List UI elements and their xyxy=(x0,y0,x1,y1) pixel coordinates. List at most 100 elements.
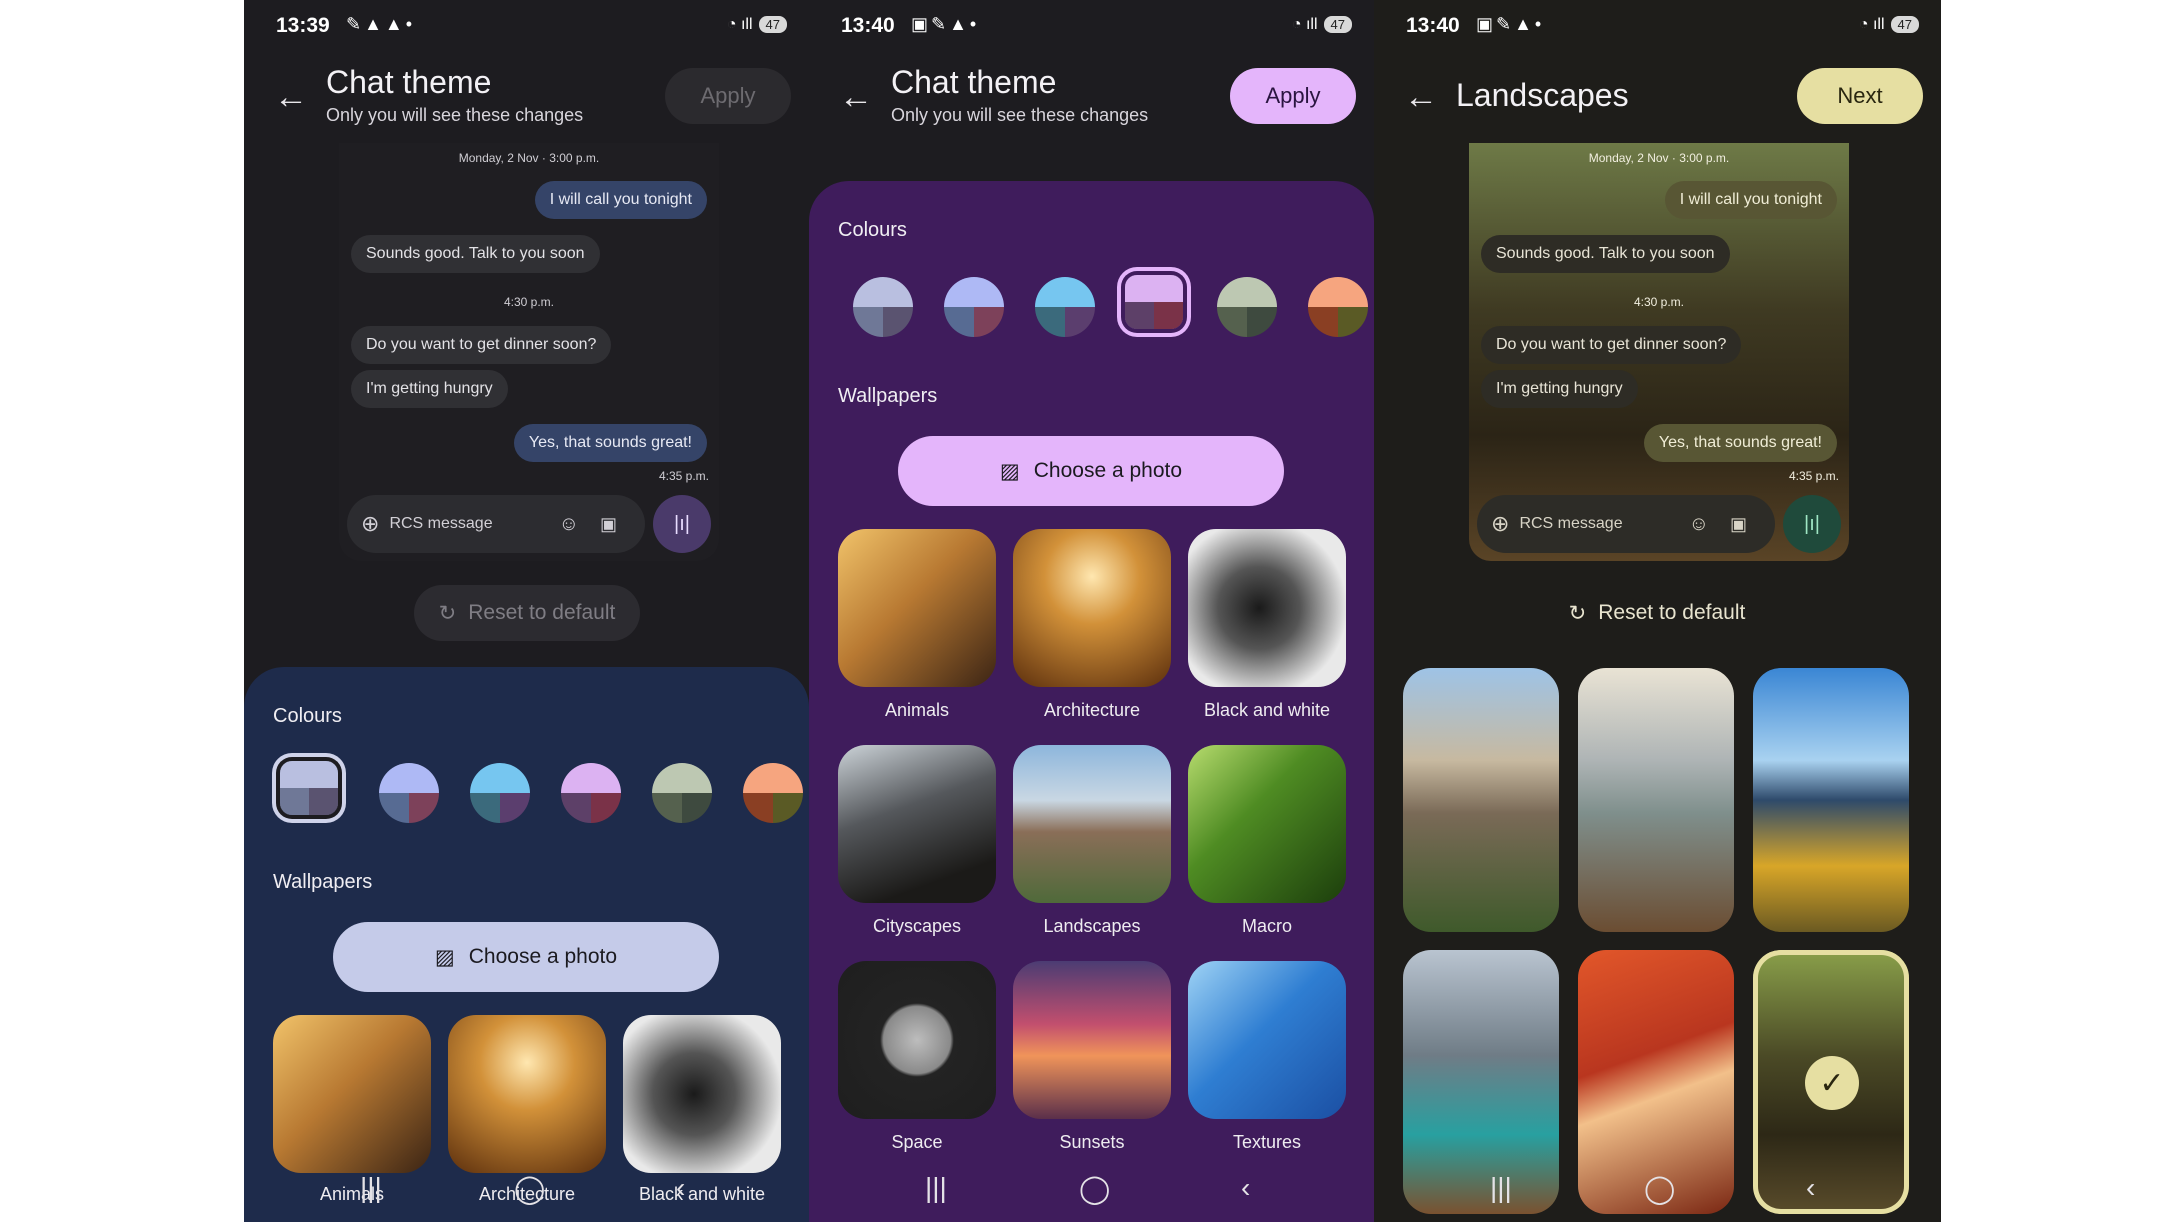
back-arrow-icon[interactable]: ← xyxy=(1404,78,1438,117)
wallpaper-sunsets-thumb[interactable] xyxy=(1013,961,1171,1119)
phone-screen-1: 13:39 ✎▲▲• ◔ ıll 47 ← Chat theme Only you… xyxy=(244,0,809,1222)
compose-field[interactable]: ⊕ RCS message ☺ ▣ xyxy=(347,495,645,553)
next-button[interactable]: Next xyxy=(1797,68,1923,124)
status-bar: 13:39 ✎▲▲• ◔ ıll 47 xyxy=(244,14,809,38)
page-title: Landscapes xyxy=(1456,77,1629,113)
wallpaper-label: Sunsets xyxy=(1059,1132,1125,1152)
status-bar: 13:40 ▣✎▲• ◔ ıll 47 xyxy=(809,14,1374,38)
apply-button[interactable]: Apply xyxy=(665,68,791,124)
back-nav-icon[interactable]: ‹ xyxy=(676,1172,685,1204)
status-icons: ✎▲▲• xyxy=(346,14,416,34)
colour-swatch[interactable] xyxy=(1308,277,1368,337)
message-bubble-outgoing: I will call you tonight xyxy=(1664,181,1837,219)
voice-icon[interactable]: |ı| xyxy=(1783,495,1841,553)
status-icons: ▣✎▲• xyxy=(911,14,980,34)
colour-swatch[interactable] xyxy=(853,277,913,337)
colour-swatch[interactable] xyxy=(1035,277,1095,337)
preview-time: 4:30 p.m. xyxy=(1633,295,1685,309)
status-time: 13:40 xyxy=(1406,14,1460,37)
add-icon[interactable]: ⊕ xyxy=(1491,511,1509,537)
colour-swatch[interactable] xyxy=(944,277,1004,337)
colour-swatch[interactable] xyxy=(743,763,803,823)
back-arrow-icon[interactable]: ← xyxy=(274,78,308,117)
preview-time: 4:35 p.m. xyxy=(1788,469,1839,483)
message-bubble-outgoing: I will call you tonight xyxy=(534,181,707,219)
recents-icon[interactable]: ||| xyxy=(925,1172,947,1204)
voice-icon[interactable]: |ı| xyxy=(653,495,711,553)
landscape-wallpaper-thumb[interactable] xyxy=(1578,668,1734,932)
apply-button[interactable]: Apply xyxy=(1230,68,1356,124)
preview-date: Monday, 2 Nov · 3:00 p.m. xyxy=(1588,151,1730,165)
wallpaper-macro-thumb[interactable] xyxy=(1188,745,1346,903)
wallpapers-label: Wallpapers xyxy=(838,385,938,407)
reset-label: Reset to default xyxy=(468,601,616,624)
checkmark-icon: ✓ xyxy=(1805,1056,1859,1110)
colour-swatch[interactable] xyxy=(379,763,439,823)
landscape-wallpaper-thumb[interactable] xyxy=(1403,668,1559,932)
wallpaper-label: Animals xyxy=(884,700,950,720)
gallery-icon[interactable]: ▣ xyxy=(1730,514,1747,535)
preview-date: Monday, 2 Nov · 3:00 p.m. xyxy=(458,151,600,165)
preview-time: 4:30 p.m. xyxy=(503,295,555,309)
page-subtitle: Only you will see these changes xyxy=(891,105,1149,125)
colours-label: Colours xyxy=(838,219,907,241)
theme-sheet: Colours Wallpapers ▨ Choose a photo Anim… xyxy=(244,667,809,1222)
status-time: 13:39 xyxy=(276,14,330,37)
colour-swatch[interactable] xyxy=(470,763,530,823)
colour-swatch-selected[interactable] xyxy=(1125,275,1183,329)
back-nav-icon[interactable]: ‹ xyxy=(1241,1172,1250,1204)
wallpaper-black-and-white-thumb[interactable] xyxy=(623,1015,781,1173)
back-nav-icon[interactable]: ‹ xyxy=(1806,1172,1815,1204)
compose-placeholder: RCS message xyxy=(1519,515,1623,532)
wallpaper-label: Space xyxy=(891,1132,943,1152)
wallpaper-architecture-thumb[interactable] xyxy=(1013,529,1171,687)
chat-preview: Monday, 2 Nov · 3:00 p.m. I will call yo… xyxy=(1469,143,1849,561)
colour-swatch[interactable] xyxy=(561,763,621,823)
reset-button[interactable]: ↻ Reset to default xyxy=(414,585,640,641)
phone-screen-2: 13:40 ▣✎▲• ◔ ıll 47 ← Chat theme Only you… xyxy=(809,0,1374,1222)
colour-swatch-selected[interactable] xyxy=(280,761,338,815)
compose-field[interactable]: ⊕ RCS message ☺ ▣ xyxy=(1477,495,1775,553)
wallpaper-black-and-white-thumb[interactable] xyxy=(1188,529,1346,687)
colours-label: Colours xyxy=(273,705,342,727)
recents-icon[interactable]: ||| xyxy=(360,1172,382,1204)
home-icon[interactable]: ◯ xyxy=(1644,1172,1675,1205)
reset-button[interactable]: ↻ Reset to default xyxy=(1544,585,1770,641)
battery-badge: 47 xyxy=(1323,16,1352,33)
wallpaper-animals-thumb[interactable] xyxy=(273,1015,431,1173)
wallpaper-label: Black and white xyxy=(1203,700,1331,720)
message-bubble-incoming: Do you want to get dinner soon? xyxy=(351,326,612,364)
choose-photo-button[interactable]: ▨ Choose a photo xyxy=(333,922,719,992)
wallpaper-label: Textures xyxy=(1232,1132,1302,1152)
emoji-icon[interactable]: ☺ xyxy=(1689,513,1709,536)
system-nav-bar: ||| ◯ ‹ xyxy=(244,1172,809,1205)
choose-photo-label: Choose a photo xyxy=(468,945,618,968)
wallpaper-architecture-thumb[interactable] xyxy=(448,1015,606,1173)
message-bubble-incoming: Do you want to get dinner soon? xyxy=(1481,326,1742,364)
preview-time: 4:35 p.m. xyxy=(658,469,709,483)
colour-swatch[interactable] xyxy=(652,763,712,823)
recents-icon[interactable]: ||| xyxy=(1490,1172,1512,1204)
system-nav-bar: ||| ◯ ‹ xyxy=(809,1172,1374,1205)
emoji-icon[interactable]: ☺ xyxy=(559,513,579,536)
wallpaper-landscapes-thumb[interactable] xyxy=(1013,745,1171,903)
photo-icon: ▨ xyxy=(434,945,455,969)
message-bubble-incoming: I'm getting hungry xyxy=(351,370,508,408)
wallpaper-label: Architecture xyxy=(1043,700,1141,720)
page-title: Chat theme xyxy=(891,64,1057,100)
status-right: ◔ ıll 47 xyxy=(1292,16,1352,34)
status-bar: 13:40 ▣✎▲• ◔ ıll 47 xyxy=(1374,14,1941,38)
colour-swatch[interactable] xyxy=(1217,277,1277,337)
choose-photo-button[interactable]: ▨ Choose a photo xyxy=(898,436,1284,506)
landscape-wallpaper-thumb[interactable] xyxy=(1753,668,1909,932)
wallpaper-cityscapes-thumb[interactable] xyxy=(838,745,996,903)
message-bubble-incoming: Sounds good. Talk to you soon xyxy=(351,235,600,273)
wallpaper-space-thumb[interactable] xyxy=(838,961,996,1119)
gallery-icon[interactable]: ▣ xyxy=(600,514,617,535)
back-arrow-icon[interactable]: ← xyxy=(839,78,873,117)
wallpaper-animals-thumb[interactable] xyxy=(838,529,996,687)
home-icon[interactable]: ◯ xyxy=(1079,1172,1110,1205)
add-icon[interactable]: ⊕ xyxy=(361,511,379,537)
home-icon[interactable]: ◯ xyxy=(514,1172,545,1205)
wallpaper-textures-thumb[interactable] xyxy=(1188,961,1346,1119)
